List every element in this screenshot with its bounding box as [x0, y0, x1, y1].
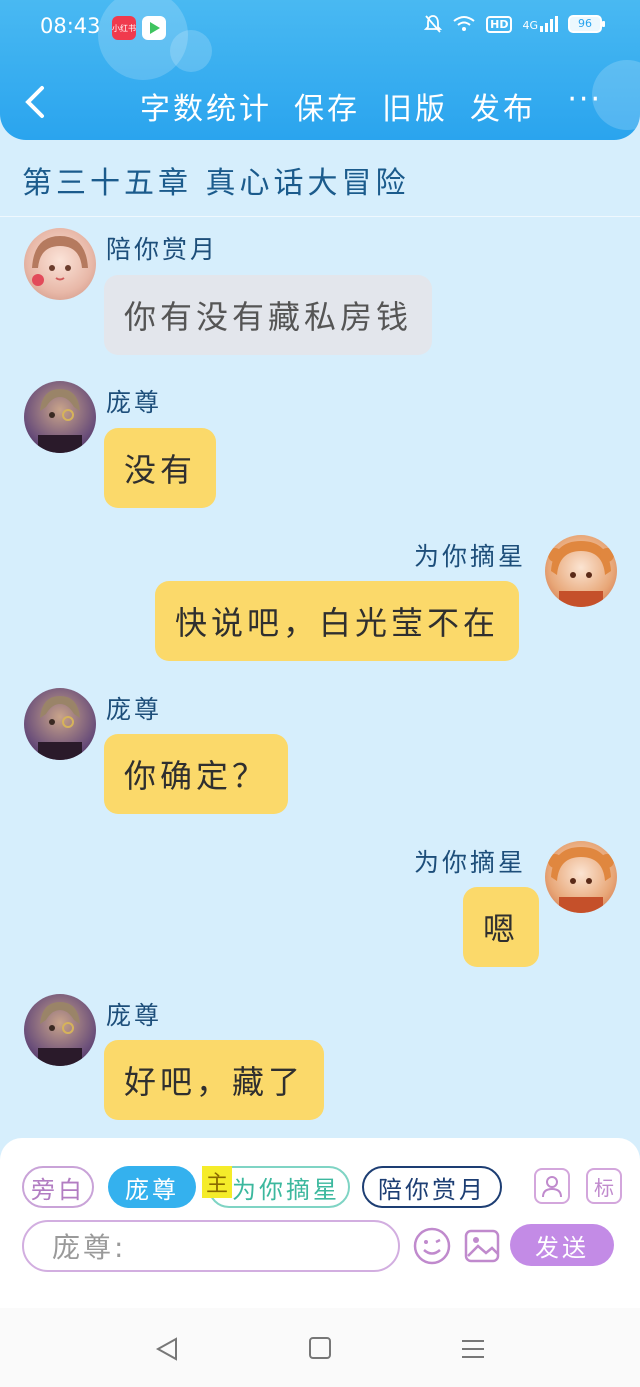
- message-input[interactable]: 庞尊:: [22, 1220, 400, 1272]
- message-bubble[interactable]: 你有没有藏私房钱: [104, 275, 433, 355]
- back-arrow-icon[interactable]: [20, 82, 50, 122]
- image-icon[interactable]: [462, 1226, 502, 1266]
- menu-lines-icon[interactable]: [460, 1338, 486, 1360]
- hd-badge: HD: [486, 15, 513, 33]
- mute-bell-icon: [424, 15, 443, 33]
- more-button[interactable]: ···: [567, 82, 602, 117]
- wifi-icon: [453, 16, 475, 31]
- sender-name: 为你摘星: [414, 542, 527, 571]
- sender-name: 庞尊: [106, 388, 163, 417]
- composer-panel: 旁白 庞尊 为你摘星 主 陪你赏月 标 庞尊: 发送: [0, 1138, 640, 1308]
- xiaohongshu-icon: 小红书: [112, 16, 136, 40]
- clock: 08:43: [40, 14, 101, 38]
- tag-button[interactable]: 标: [586, 1168, 622, 1204]
- nav-actions: 字数统计 保存 旧版 发布: [140, 84, 536, 128]
- status-bar: 08:43 小红书 HD 4G 96: [0, 0, 640, 56]
- message-bubble[interactable]: 嗯: [463, 887, 540, 967]
- battery-level: 96: [578, 17, 592, 30]
- avatar-pangzun[interactable]: [24, 688, 96, 760]
- add-role-icon[interactable]: [534, 1168, 570, 1204]
- save-button[interactable]: 保存: [294, 84, 360, 128]
- old-version-button[interactable]: 旧版: [382, 84, 448, 128]
- chapter-title[interactable]: 第三十五章 真心话大冒险: [22, 158, 410, 202]
- role-peinishangyue-chip[interactable]: 陪你赏月: [362, 1166, 502, 1208]
- back-triangle-icon[interactable]: [154, 1336, 180, 1362]
- sender-name: 陪你赏月: [106, 235, 219, 264]
- divider: [0, 216, 640, 217]
- send-button[interactable]: 发送: [510, 1224, 614, 1266]
- sender-name: 庞尊: [106, 1001, 163, 1030]
- avatar-pangzun[interactable]: [24, 994, 96, 1066]
- avatar-pangzun[interactable]: [24, 381, 96, 453]
- message-bubble[interactable]: 没有: [104, 428, 217, 508]
- publish-button[interactable]: 发布: [470, 84, 536, 128]
- top-header: 08:43 小红书 HD 4G 96 字数统计 保存 旧版 发布 ···: [0, 0, 640, 140]
- emoji-icon[interactable]: [412, 1226, 452, 1266]
- word-count-button[interactable]: 字数统计: [140, 84, 272, 128]
- home-square-icon[interactable]: [308, 1336, 332, 1360]
- status-icons: HD 4G 96: [424, 14, 605, 34]
- battery-icon: 96: [568, 15, 605, 33]
- message-bubble[interactable]: 快说吧，白光莹不在: [155, 581, 520, 661]
- avatar-weinizhaixing[interactable]: [545, 841, 617, 913]
- role-narration-chip[interactable]: 旁白: [22, 1166, 94, 1208]
- network-label: 4G: [522, 19, 538, 32]
- avatar-weinizhaixing[interactable]: [545, 535, 617, 607]
- message-bubble[interactable]: 好吧，藏了: [104, 1040, 325, 1120]
- signal-icon: 4G: [522, 16, 558, 32]
- video-app-icon: [142, 16, 166, 40]
- nav-bar: 字数统计 保存 旧版 发布 ···: [0, 72, 640, 138]
- message-bubble[interactable]: 你确定？: [104, 734, 289, 814]
- avatar-peinishangyue[interactable]: [24, 228, 96, 300]
- sender-name: 庞尊: [106, 695, 163, 724]
- sender-name: 为你摘星: [414, 848, 527, 877]
- role-pangzun-chip[interactable]: 庞尊: [108, 1166, 196, 1208]
- app-badge-label: 小红书: [112, 23, 136, 33]
- system-nav-bar: [0, 1308, 640, 1387]
- main-role-tag: 主: [202, 1166, 232, 1198]
